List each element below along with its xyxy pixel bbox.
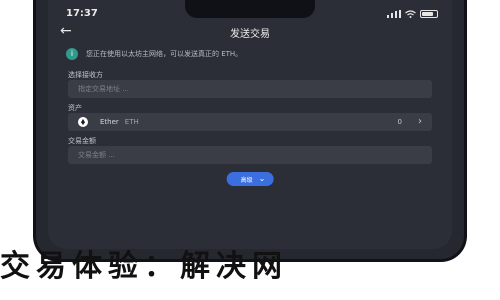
- page-title: 发送交易: [230, 29, 270, 40]
- amount-placeholder: 交易金额 ...: [78, 151, 115, 159]
- phone-screen: 17:37 ← 发送交易 i 您正在使用以太坊主网络，可以发送真正的 ETH。 …: [48, 0, 452, 249]
- status-time: 17:37: [66, 8, 98, 19]
- overlay-banner-text: 交易体验：解决网: [0, 249, 288, 284]
- notice-text: 您正在使用以太坊主网络，可以发送真正的 ETH。: [86, 50, 243, 58]
- chevron-down-icon: ⌄: [258, 174, 266, 183]
- asset-selector[interactable]: Ether ETH 0 ›: [68, 113, 432, 131]
- chevron-right-icon: ›: [418, 116, 422, 127]
- info-icon: i: [66, 48, 78, 60]
- advanced-options-button[interactable]: 高级 ⌄: [226, 172, 274, 186]
- amount-input[interactable]: 交易金额 ...: [68, 146, 432, 164]
- asset-balance: 0: [397, 118, 402, 126]
- wifi-icon: [405, 10, 416, 18]
- camera-notch: [185, 0, 315, 18]
- asset-label: 资产: [68, 104, 82, 112]
- ethereum-logo-icon: [78, 117, 88, 127]
- amount-label: 交易金额: [68, 137, 96, 145]
- recipient-label: 选择接收方: [68, 71, 103, 79]
- phone-frame: 17:37 ← 发送交易 i 您正在使用以太坊主网络，可以发送真正的 ETH。 …: [33, 0, 467, 262]
- status-icons: [387, 9, 438, 19]
- stage: 17:37 ← 发送交易 i 您正在使用以太坊主网络，可以发送真正的 ETH。 …: [0, 0, 500, 300]
- asset-symbol: ETH: [124, 118, 139, 126]
- battery-icon: [420, 10, 438, 18]
- recipient-placeholder: 指定交易地址 ...: [78, 85, 129, 93]
- network-notice: i 您正在使用以太坊主网络，可以发送真正的 ETH。: [66, 47, 438, 61]
- advanced-label: 高级: [240, 176, 253, 184]
- signal-icon: [387, 10, 401, 18]
- asset-name: Ether: [100, 118, 119, 126]
- title-bar: ← 发送交易: [48, 22, 452, 42]
- recipient-input[interactable]: 指定交易地址 ...: [68, 80, 432, 98]
